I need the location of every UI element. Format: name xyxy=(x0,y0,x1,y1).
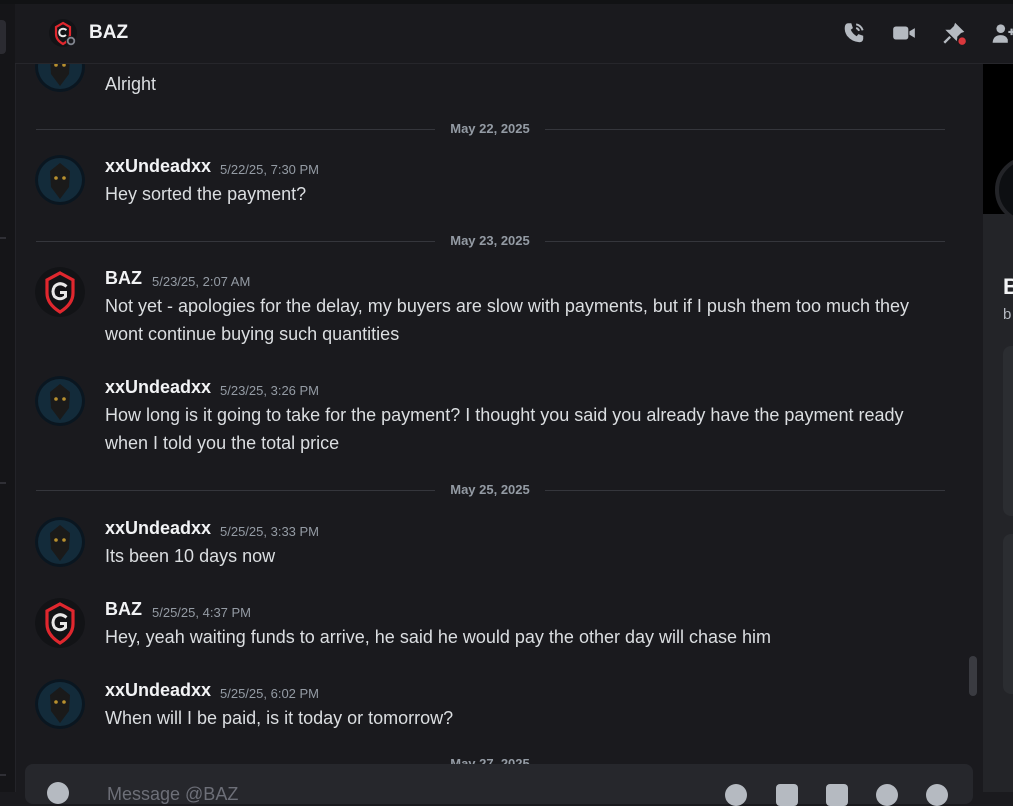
pin-icon[interactable] xyxy=(941,20,968,47)
scrollbar-thumb[interactable] xyxy=(969,656,977,696)
message-list[interactable]: Alright May 22, 2025 xxUndeadxx 5/22/25,… xyxy=(15,64,983,764)
message-content: Hey, yeah waiting funds to arrive, he sa… xyxy=(105,627,772,647)
message-timestamp: 5/22/25, 7:30 PM xyxy=(220,162,320,177)
message-content: How long is it going to take for the pay… xyxy=(105,405,904,453)
avatar[interactable] xyxy=(35,267,85,317)
video-camera-icon[interactable] xyxy=(891,20,917,46)
channel-name: BAZ xyxy=(89,22,129,43)
message-item: xxUndeadxx 5/25/25, 3:33 PM Its been 10 … xyxy=(15,517,955,577)
channel-header: BAZ xyxy=(15,4,1013,64)
profile-card xyxy=(1003,534,1013,694)
left-rail-divider xyxy=(0,774,6,776)
avatar[interactable] xyxy=(35,517,85,567)
message-author[interactable]: xxUndeadxx xyxy=(105,680,211,701)
profile-name: B xyxy=(1003,274,1013,299)
message-content: Hey sorted the payment? xyxy=(105,184,307,204)
apps-icon[interactable] xyxy=(926,784,948,806)
message-item: xxUndeadxx 5/25/25, 6:02 PM When will I … xyxy=(15,679,955,739)
message-item: xxUndeadxx 5/23/25, 3:26 PM How long is … xyxy=(15,376,955,466)
message-timestamp: 5/23/25, 2:07 AM xyxy=(152,274,251,289)
profile-username: b xyxy=(1003,306,1012,323)
left-rail-tab[interactable] xyxy=(0,20,6,54)
gift-icon[interactable] xyxy=(725,784,747,806)
date-divider-label: May 23, 2025 xyxy=(435,233,545,248)
message-content: When will I be paid, is it today or tomo… xyxy=(105,708,454,728)
message-content: Not yet - apologies for the delay, my bu… xyxy=(105,296,910,344)
message-author[interactable]: xxUndeadxx xyxy=(105,156,211,177)
add-attachment-icon[interactable] xyxy=(47,782,69,804)
profile-card xyxy=(1003,346,1013,516)
date-divider-label: May 22, 2025 xyxy=(435,121,545,136)
gif-icon[interactable] xyxy=(776,784,798,806)
profile-panel: B b xyxy=(983,64,1013,792)
date-divider-label: May 25, 2025 xyxy=(435,482,545,497)
phone-call-icon[interactable] xyxy=(841,20,867,46)
message-input[interactable]: Message @BAZ xyxy=(107,784,238,805)
message-content: Its been 10 days now xyxy=(105,546,276,566)
avatar[interactable] xyxy=(35,376,85,426)
left-rail-divider xyxy=(0,237,6,239)
left-rail xyxy=(0,4,16,792)
message-author[interactable]: xxUndeadxx xyxy=(105,518,211,539)
message-author[interactable]: xxUndeadxx xyxy=(105,377,211,398)
add-friend-icon[interactable] xyxy=(991,20,1013,46)
sticker-icon[interactable] xyxy=(826,784,848,806)
message-timestamp: 5/25/25, 3:33 PM xyxy=(220,524,320,539)
message-item: Alright xyxy=(15,64,955,102)
channel-avatar[interactable] xyxy=(49,19,77,47)
avatar[interactable] xyxy=(35,598,85,648)
avatar[interactable] xyxy=(35,155,85,205)
avatar[interactable] xyxy=(35,679,85,729)
message-timestamp: 5/23/25, 3:26 PM xyxy=(220,383,320,398)
message-timestamp: 5/25/25, 4:37 PM xyxy=(152,605,252,620)
message-author[interactable]: BAZ xyxy=(105,268,142,289)
message-content: Alright xyxy=(105,74,157,94)
message-composer[interactable]: Message @BAZ xyxy=(25,764,973,806)
avatar[interactable] xyxy=(35,64,85,92)
message-item: BAZ 5/23/25, 2:07 AM Not yet - apologies… xyxy=(15,267,955,357)
message-item: BAZ 5/25/25, 4:37 PM Hey, yeah waiting f… xyxy=(15,598,955,658)
left-rail-divider xyxy=(0,482,6,484)
message-author[interactable]: BAZ xyxy=(105,599,142,620)
message-item: xxUndeadxx 5/22/25, 7:30 PM Hey sorted t… xyxy=(15,155,955,215)
emoji-icon[interactable] xyxy=(876,784,898,806)
date-divider-label: May 27, 2025 xyxy=(435,756,545,764)
message-timestamp: 5/25/25, 6:02 PM xyxy=(220,686,320,701)
